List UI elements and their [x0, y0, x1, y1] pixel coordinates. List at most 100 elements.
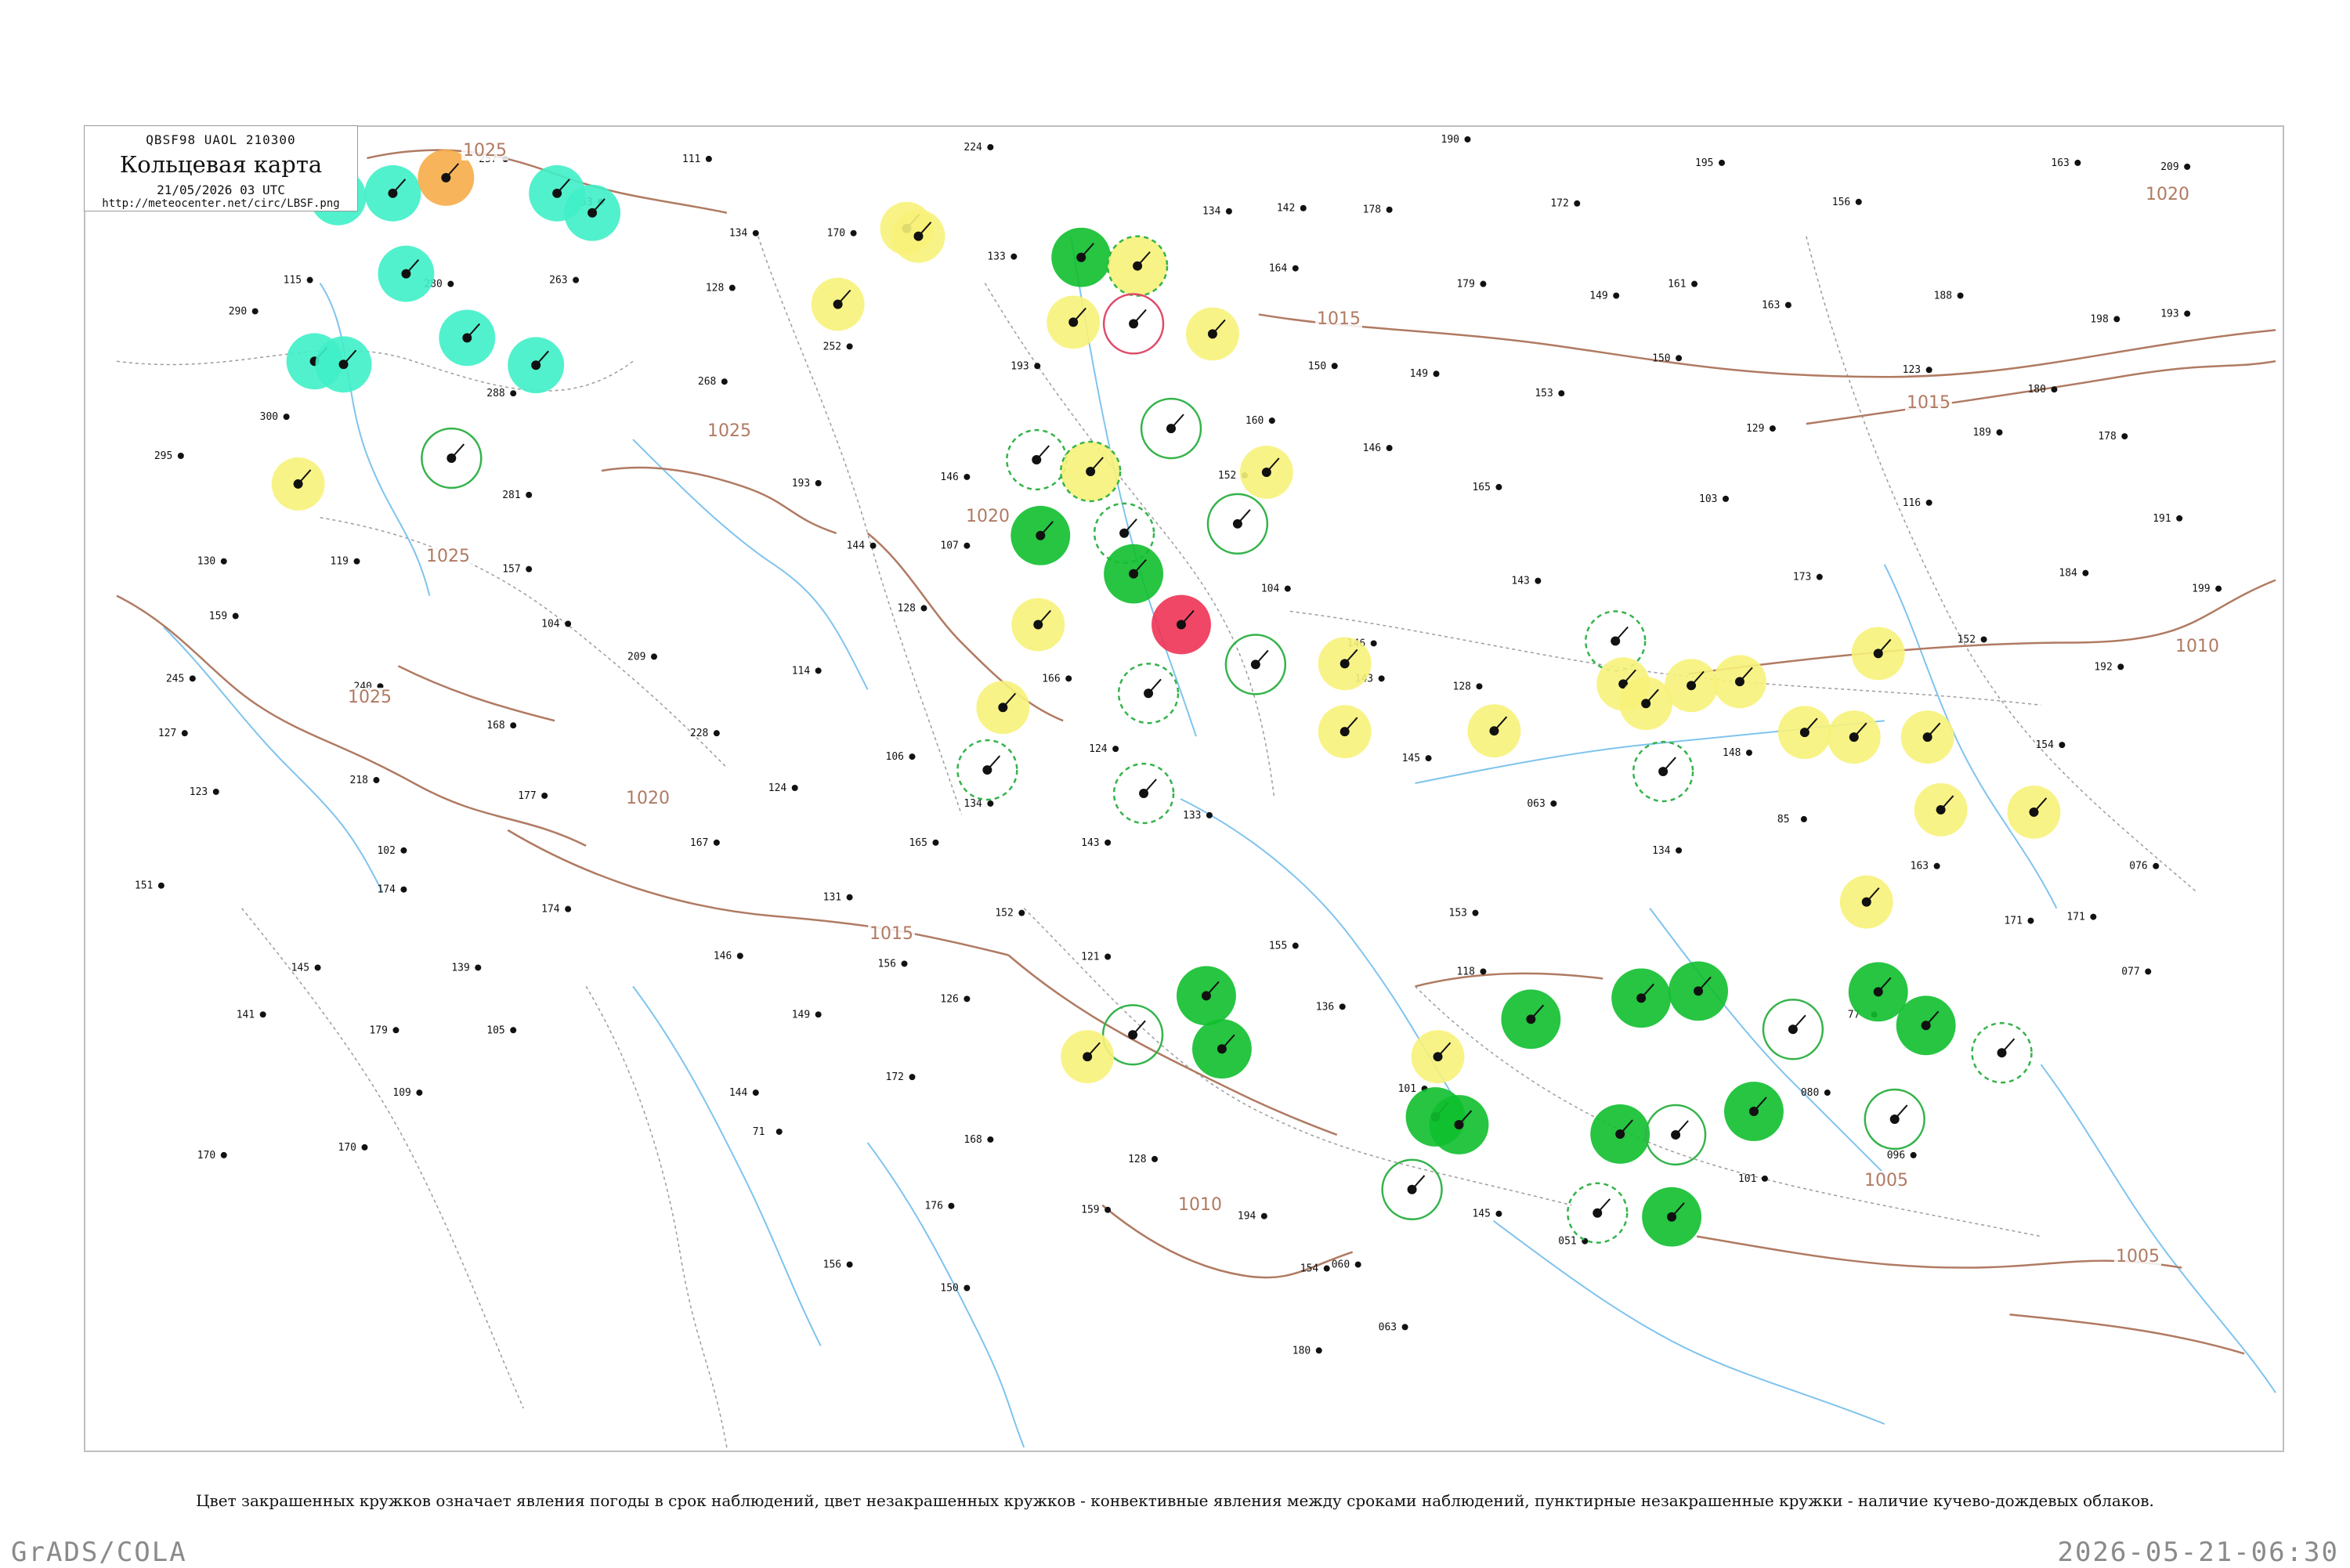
station-pressure-label: 178 — [2098, 431, 2116, 443]
station-dot — [850, 229, 857, 237]
station-dot — [920, 605, 927, 612]
station-pressure-label: 145 — [1472, 1209, 1490, 1220]
station-dot — [2082, 569, 2089, 576]
station-dot — [573, 276, 580, 284]
station-dot — [1824, 1089, 1831, 1097]
station-dot — [1323, 1265, 1330, 1272]
river — [1492, 1219, 1885, 1425]
borders-layer — [116, 236, 2198, 1448]
station-pressure-label: 134 — [1202, 206, 1221, 218]
station-dot — [2121, 433, 2128, 440]
wind-barb-icon — [1614, 626, 1629, 642]
isobar-line — [397, 665, 555, 722]
station-pressure-label: 188 — [1934, 290, 1952, 302]
station-pressure-label: 119 — [331, 556, 349, 568]
station-dot — [650, 653, 657, 660]
station-dot — [815, 1011, 822, 1018]
station-pressure-label: 146 — [1363, 443, 1381, 454]
isobar-line — [2009, 1313, 2245, 1355]
wind-barb-icon — [1132, 1020, 1146, 1035]
station-dot — [1104, 1206, 1112, 1213]
observation-date: 21/05/2026 03 UTC — [157, 182, 285, 197]
isobar-label: 1020 — [624, 789, 671, 808]
station-dot — [283, 414, 290, 421]
station-dot — [1464, 135, 1471, 143]
river — [1649, 908, 1901, 1190]
legend-caption: Цвет закрашенных кружков означает явлени… — [196, 1491, 2154, 1510]
station-dot — [901, 960, 908, 967]
station-dot — [416, 1089, 423, 1097]
station-pressure-label: 124 — [1089, 743, 1108, 755]
station-dot — [177, 453, 184, 459]
bulletin-code: QBSF98 UAOL 210300 — [146, 132, 296, 147]
station-pressure-label: 123 — [190, 786, 208, 798]
station-pressure-label: 209 — [2160, 161, 2178, 173]
station-pressure-label: 102 — [377, 845, 395, 857]
station-pressure-label: 170 — [827, 228, 845, 240]
station-dot — [2059, 742, 2066, 749]
station-pressure-label: 144 — [847, 540, 866, 552]
river — [2040, 1064, 2276, 1393]
station-pressure-label: 130 — [197, 556, 215, 568]
station-dot — [964, 995, 971, 1003]
station-pressure-label: 155 — [1269, 941, 1287, 952]
river — [319, 282, 431, 596]
station-dot — [1476, 683, 1483, 690]
station-dot — [1933, 862, 1940, 869]
station-pressure-label: 150 — [1652, 352, 1670, 364]
station-dot — [721, 378, 728, 385]
station-pressure-label: 128 — [898, 603, 916, 615]
station-dot — [1378, 675, 1385, 682]
station-dot — [1104, 953, 1112, 960]
station-dot — [2051, 386, 2058, 393]
station-pressure-label: 134 — [964, 798, 982, 810]
station-dot — [1225, 208, 1232, 215]
station-dot — [565, 905, 572, 912]
isobar-label: 1025 — [425, 547, 472, 566]
station-pressure-label: 153 — [1535, 388, 1553, 399]
station-pressure-label: 195 — [1695, 157, 1713, 169]
station-dot — [565, 620, 572, 627]
station-pressure-label: 149 — [792, 1009, 810, 1021]
station-pressure-label: 159 — [1081, 1205, 1099, 1216]
station-dot — [1018, 909, 1025, 916]
station-pressure-label: 096 — [1887, 1150, 1905, 1162]
wind-barb-icon — [986, 755, 1001, 771]
station-dot — [846, 1261, 853, 1268]
station-dot — [1401, 1324, 1408, 1331]
station-dot — [1745, 750, 1752, 757]
isobar-line — [1415, 972, 1603, 988]
station-dot — [1761, 1175, 1768, 1182]
station-pressure-label: 139 — [451, 962, 469, 974]
station-pressure-label: 051 — [1558, 1236, 1576, 1248]
station-dot — [1574, 200, 1581, 207]
station-dot — [447, 280, 454, 287]
station-dot — [526, 565, 533, 573]
station-dot — [2145, 968, 2152, 975]
station-pressure-label: 126 — [940, 993, 958, 1005]
wind-barb-icon — [1792, 1014, 1806, 1030]
station-dot — [157, 882, 164, 889]
station-pressure-label: 199 — [2192, 583, 2210, 595]
isobar-line — [1696, 1235, 2182, 1269]
station-dot — [1268, 417, 1275, 425]
station-pressure-label: 153 — [1449, 908, 1467, 919]
station-pressure-label: 194 — [1238, 1211, 1256, 1223]
station-dot — [870, 542, 877, 549]
station-dot — [1354, 1261, 1361, 1268]
country-border — [241, 908, 524, 1409]
station-dot — [1010, 253, 1018, 260]
station-dot — [1723, 495, 1730, 502]
station-dot — [2184, 163, 2191, 170]
wind-barb-icon — [1170, 414, 1184, 429]
station-dot — [987, 143, 994, 150]
station-pressure-label: 156 — [878, 958, 896, 970]
station-dot — [2117, 663, 2124, 670]
station-dot — [932, 839, 939, 846]
station-dot — [752, 1089, 759, 1097]
station-dot — [1339, 1003, 1346, 1010]
station-pressure-label: 184 — [2059, 568, 2077, 580]
station-dot — [2027, 917, 2034, 924]
station-dot — [220, 558, 227, 565]
country-border — [1806, 236, 2198, 894]
